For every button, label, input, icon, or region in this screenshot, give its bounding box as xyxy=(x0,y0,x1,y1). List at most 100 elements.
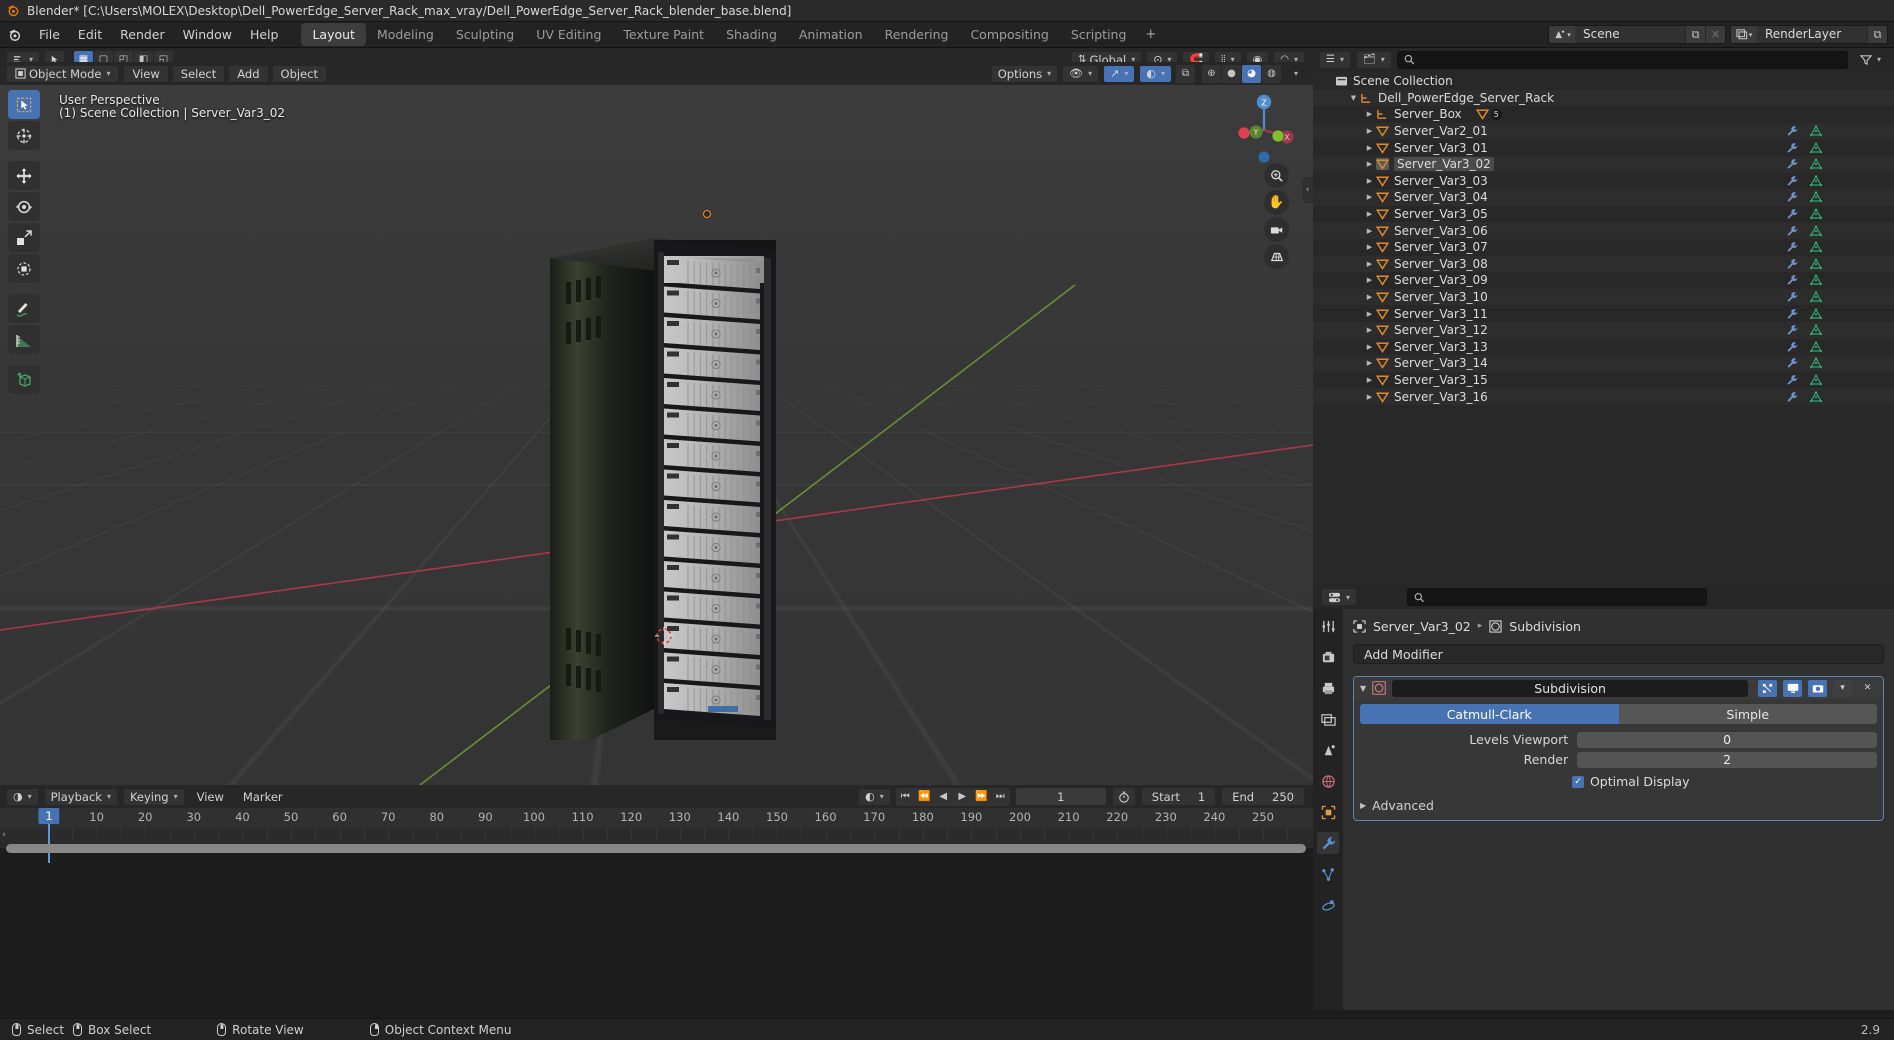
expand-triangle-icon[interactable]: ▶ xyxy=(1363,260,1376,268)
expand-triangle-icon[interactable]: ▶ xyxy=(1363,227,1376,235)
modifier-name-field[interactable]: Subdivision xyxy=(1392,679,1748,697)
modifier-wrench-icon[interactable] xyxy=(1786,258,1798,270)
jump-start-icon[interactable]: ⏮ xyxy=(895,787,915,806)
transform-tool[interactable] xyxy=(8,254,40,283)
outliner-row-server_var3_11[interactable]: ▶ Server_Var3_11 xyxy=(1313,305,1894,322)
camera-view-icon[interactable] xyxy=(1264,217,1289,242)
physics-orbit-icon[interactable] xyxy=(1317,894,1339,916)
solid-icon[interactable]: ● xyxy=(1221,64,1241,83)
mesh-data-icon[interactable] xyxy=(1810,158,1822,170)
expand-triangle-icon[interactable]: ▶ xyxy=(1363,177,1376,185)
modifier-wrench-icon[interactable] xyxy=(1786,191,1798,203)
annotate-tool[interactable] xyxy=(8,294,40,323)
zoom-icon[interactable] xyxy=(1264,163,1289,188)
edit-mode-icon[interactable] xyxy=(1758,679,1777,697)
keying-menu[interactable]: Keying ▾ xyxy=(122,787,185,806)
viewport-menu-view[interactable]: View xyxy=(123,64,169,83)
workspace-tab-scripting[interactable]: Scripting xyxy=(1060,23,1138,46)
workspace-tab-animation[interactable]: Animation xyxy=(788,23,874,46)
modifier-wrench-icon[interactable] xyxy=(1786,158,1798,170)
pan-hand-icon[interactable]: ✋ xyxy=(1264,190,1289,215)
outliner-row-server_box[interactable]: ▶ Server_Box 5 xyxy=(1313,106,1894,123)
play-icon[interactable]: ▶ xyxy=(952,787,972,806)
mesh-data-icon[interactable] xyxy=(1810,274,1822,286)
modifier-wrench-icon[interactable] xyxy=(1786,374,1798,386)
sidebar-collapse-arrow[interactable]: ‹ xyxy=(1302,177,1313,203)
timeline-expand-arrow[interactable]: › xyxy=(0,826,8,844)
start-frame-field[interactable]: Start 1 xyxy=(1140,787,1217,806)
tweak-tool[interactable] xyxy=(8,90,40,119)
outliner-row-server_var3_13[interactable]: ▶ Server_Var3_13 xyxy=(1313,339,1894,356)
record-keying-icon[interactable]: ◐ ▾ xyxy=(858,787,891,806)
view-layer-selector[interactable]: ▾ RenderLayer ⧉ xyxy=(1730,25,1888,44)
timeline-horizontal-scrollbar[interactable] xyxy=(6,844,1306,853)
modifier-wrench-icon[interactable] xyxy=(1786,391,1798,403)
properties-editor-icon[interactable]: ▾ xyxy=(1321,588,1358,606)
timeline-ruler[interactable]: 10 20 30 40 50 60 70 80 90 100 110 120 130 140 150 160 1… xyxy=(0,808,1313,828)
images-icon[interactable] xyxy=(1317,708,1339,730)
field-value-levels-viewport[interactable]: 0 xyxy=(1577,731,1877,748)
modifier-wrench-icon[interactable] xyxy=(1786,324,1798,336)
wireframe-icon[interactable]: ⊕ xyxy=(1201,64,1221,83)
modifier-wrench-icon[interactable] xyxy=(1786,125,1798,137)
expand-triangle-icon[interactable]: ▶ xyxy=(1363,193,1376,201)
outliner-row-server_var3_03[interactable]: ▶ Server_Var3_03 xyxy=(1313,173,1894,190)
modifier-wrench-icon[interactable] xyxy=(1786,225,1798,237)
object-mode-selector[interactable]: Object Mode ▾ xyxy=(6,64,120,83)
outliner-row-server_var3_04[interactable]: ▶ Server_Var3_04 xyxy=(1313,189,1894,206)
show-gizmo-icon[interactable]: 👁 ▾ xyxy=(1062,64,1100,83)
mesh-data-icon[interactable] xyxy=(1810,390,1822,403)
3d-viewport[interactable]: User Perspective (1) Scene Collection | … xyxy=(0,85,1313,785)
outliner-row-server_var3_07[interactable]: ▶ Server_Var3_07 xyxy=(1313,239,1894,256)
workspace-tab-compositing[interactable]: Compositing xyxy=(959,23,1059,46)
breadcrumb-object-name[interactable]: Server_Var3_02 xyxy=(1373,619,1471,634)
world-globe-icon[interactable] xyxy=(1317,770,1339,792)
modifier-wrench-icon[interactable] xyxy=(1786,308,1798,320)
expand-triangle-icon[interactable]: ▶ xyxy=(1363,326,1376,334)
jump-end-icon[interactable]: ⏭ xyxy=(990,787,1010,806)
properties-search-field[interactable] xyxy=(1429,590,1701,604)
expand-triangle-icon[interactable]: ▶ xyxy=(1363,210,1376,218)
current-frame-field[interactable]: 1 xyxy=(1014,787,1107,806)
mesh-data-icon[interactable] xyxy=(1810,307,1822,320)
modifier-wrench-icon[interactable] xyxy=(1786,341,1798,353)
material-preview-icon[interactable]: ◕ xyxy=(1241,64,1261,83)
outliner-row-server_var3_05[interactable]: ▶ Server_Var3_05 xyxy=(1313,206,1894,223)
menu-item-render[interactable]: Render xyxy=(111,24,174,45)
modifier-wrench-icon[interactable] xyxy=(1786,274,1798,286)
workspace-tab-sculpting[interactable]: Sculpting xyxy=(445,23,525,46)
rotate-tool[interactable] xyxy=(8,192,40,221)
expand-triangle-icon[interactable]: ▶ xyxy=(1363,160,1376,168)
modifier-wrench-icon[interactable] xyxy=(1786,357,1798,369)
duplicate-icon[interactable]: ⧉ xyxy=(1867,26,1887,43)
outliner-search-field[interactable] xyxy=(1419,52,1841,67)
outliner-row-server_var3_12[interactable]: ▶ Server_Var3_12 xyxy=(1313,321,1894,339)
end-frame-field[interactable]: End 250 xyxy=(1221,787,1305,806)
next-keyframe-icon[interactable]: ⏩ xyxy=(971,787,991,806)
mesh-data-icon[interactable] xyxy=(1810,191,1822,203)
menu-item-help[interactable]: Help xyxy=(241,24,288,45)
expand-triangle-icon[interactable]: ▶ xyxy=(1363,393,1376,401)
outliner-row-server_var3_10[interactable]: ▶ Server_Var3_10 xyxy=(1313,288,1894,306)
rendered-icon[interactable]: ◍ xyxy=(1261,64,1281,83)
tool-icon[interactable] xyxy=(1317,615,1339,637)
mesh-data-icon[interactable] xyxy=(1810,341,1822,353)
outliner-row-server_var2_01[interactable]: ▶ Server_Var2_01 xyxy=(1313,122,1894,140)
outliner-row-server_var3_09[interactable]: ▶ Server_Var3_09 xyxy=(1313,272,1894,289)
outliner-search-input[interactable] xyxy=(1396,50,1848,69)
mesh-data-icon[interactable] xyxy=(1810,208,1822,220)
close-icon[interactable]: ✕ xyxy=(1705,26,1725,43)
expand-triangle-icon[interactable]: ▶ xyxy=(1363,243,1376,251)
close-x-icon[interactable]: ✕ xyxy=(1858,680,1877,697)
printer-icon[interactable] xyxy=(1317,677,1339,699)
mesh-data-icon[interactable] xyxy=(1810,258,1822,270)
navigation-gizmo[interactable]: Z X Y xyxy=(1227,93,1301,167)
options-dropdown[interactable]: Options ▾ xyxy=(990,64,1059,83)
subdivision-type-simple[interactable]: Simple xyxy=(1618,704,1877,724)
blender-menu-icon[interactable] xyxy=(6,28,30,42)
expand-triangle-icon[interactable]: ▶ xyxy=(1363,376,1376,384)
cursor-tool[interactable] xyxy=(8,121,40,150)
duplicate-icon[interactable]: ⧉ xyxy=(1685,26,1705,43)
timeline-body[interactable]: 10 20 30 40 50 60 70 80 90 100 110 120 130 140 150 160 1… xyxy=(0,808,1313,863)
triangle-down-icon[interactable]: ▼ xyxy=(1360,684,1366,693)
